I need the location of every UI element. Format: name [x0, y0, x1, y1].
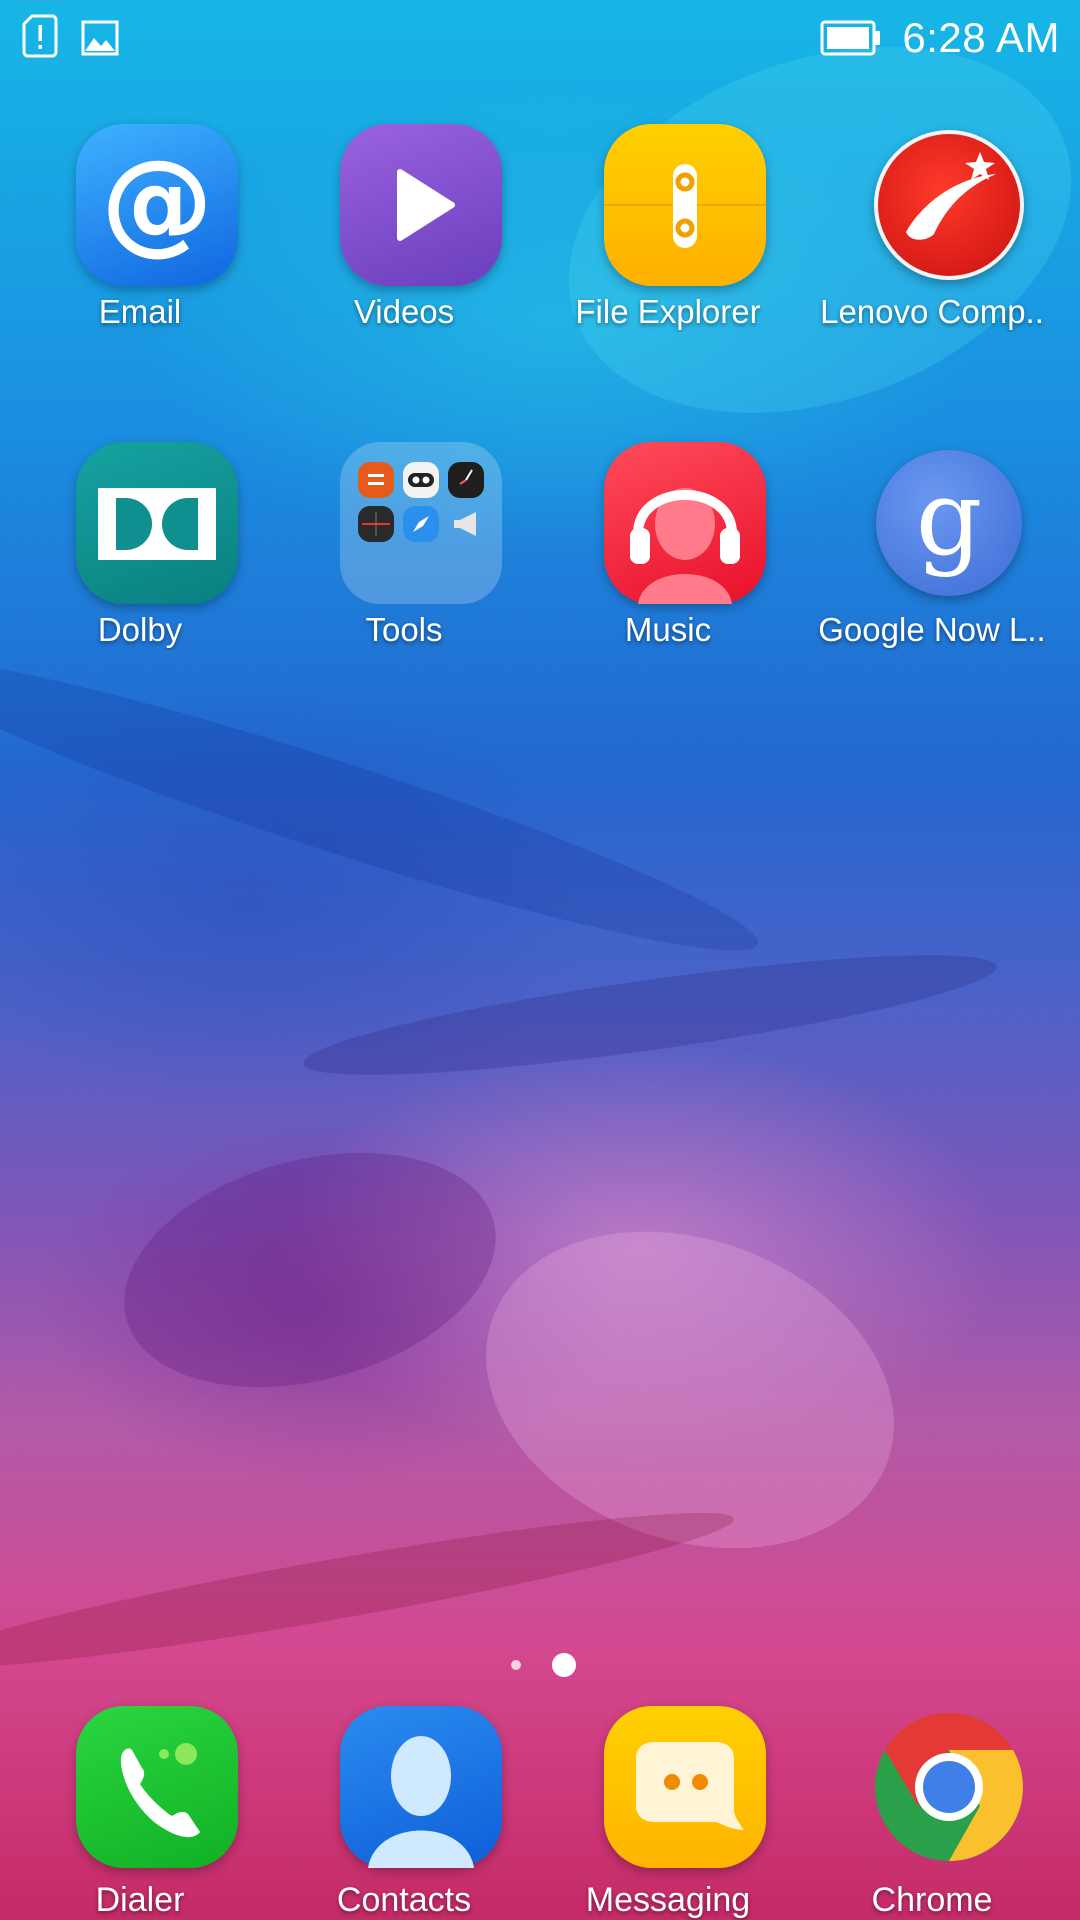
battery-icon [820, 20, 882, 56]
play-icon [340, 124, 502, 286]
image-icon [80, 14, 120, 58]
sim-alert-icon [22, 14, 58, 58]
headphones-icon [604, 442, 766, 604]
app-label: Chrome [871, 1881, 993, 1919]
app-label: Messaging [585, 1881, 751, 1919]
app-dolby[interactable]: Dolby [8, 442, 272, 682]
app-label: Email [98, 293, 182, 330]
chrome-icon [868, 1706, 1030, 1868]
recorder-icon [358, 506, 394, 542]
app-label: Tools [365, 611, 443, 648]
wallpaper-streak [441, 1177, 939, 1603]
app-lenovo-companion[interactable]: Lenovo Comp.. [800, 124, 1064, 364]
app-email[interactable]: @ Email [8, 124, 272, 364]
app-file-explorer[interactable]: File Explorer [536, 124, 800, 364]
google-icon: g [868, 442, 1030, 604]
svg-text:g: g [916, 457, 983, 579]
app-label: Contacts [336, 1881, 472, 1919]
app-label: Videos [353, 293, 455, 330]
page-indicator[interactable] [0, 1650, 1080, 1680]
contact-icon [340, 1706, 502, 1868]
app-label: Google Now L.. [818, 611, 1046, 648]
phone-icon [76, 1706, 238, 1868]
app-label: Dolby [97, 611, 183, 648]
page-dot[interactable] [511, 1660, 521, 1670]
lenovo-companion-icon [868, 124, 1030, 286]
dock-chrome[interactable]: Chrome [800, 1706, 1064, 1920]
folder-icon [340, 442, 502, 604]
dock-messaging[interactable]: Messaging [536, 1706, 800, 1920]
compass-icon [403, 506, 439, 542]
dolby-icon [76, 442, 238, 604]
calculator-icon [358, 462, 394, 498]
status-bar: 6:28 AM [0, 0, 1080, 76]
app-label: Lenovo Comp.. [820, 293, 1044, 330]
clock-icon [448, 462, 484, 498]
robot-icon [403, 462, 439, 498]
app-tools-folder[interactable]: Tools [272, 442, 536, 682]
chat-icon [604, 1706, 766, 1868]
app-label: File Explorer [575, 293, 761, 330]
app-google-now-launcher[interactable]: g Google Now L.. [800, 442, 1064, 682]
file-explorer-icon [604, 124, 766, 286]
wallpaper-streak [298, 931, 1002, 1099]
megaphone-icon [448, 506, 484, 542]
wallpaper-streak [98, 1114, 522, 1426]
dock-contacts[interactable]: Contacts [272, 1706, 536, 1920]
app-videos[interactable]: Videos [272, 124, 536, 364]
email-at-icon: @ [76, 124, 238, 286]
clock: 6:28 AM [902, 14, 1060, 61]
app-music[interactable]: Music [536, 442, 800, 682]
page-dot-active[interactable] [552, 1653, 576, 1677]
svg-text:@: @ [101, 137, 213, 267]
app-label: Dialer [95, 1881, 185, 1919]
app-label: Music [624, 611, 712, 648]
dock-dialer[interactable]: Dialer [8, 1706, 272, 1920]
